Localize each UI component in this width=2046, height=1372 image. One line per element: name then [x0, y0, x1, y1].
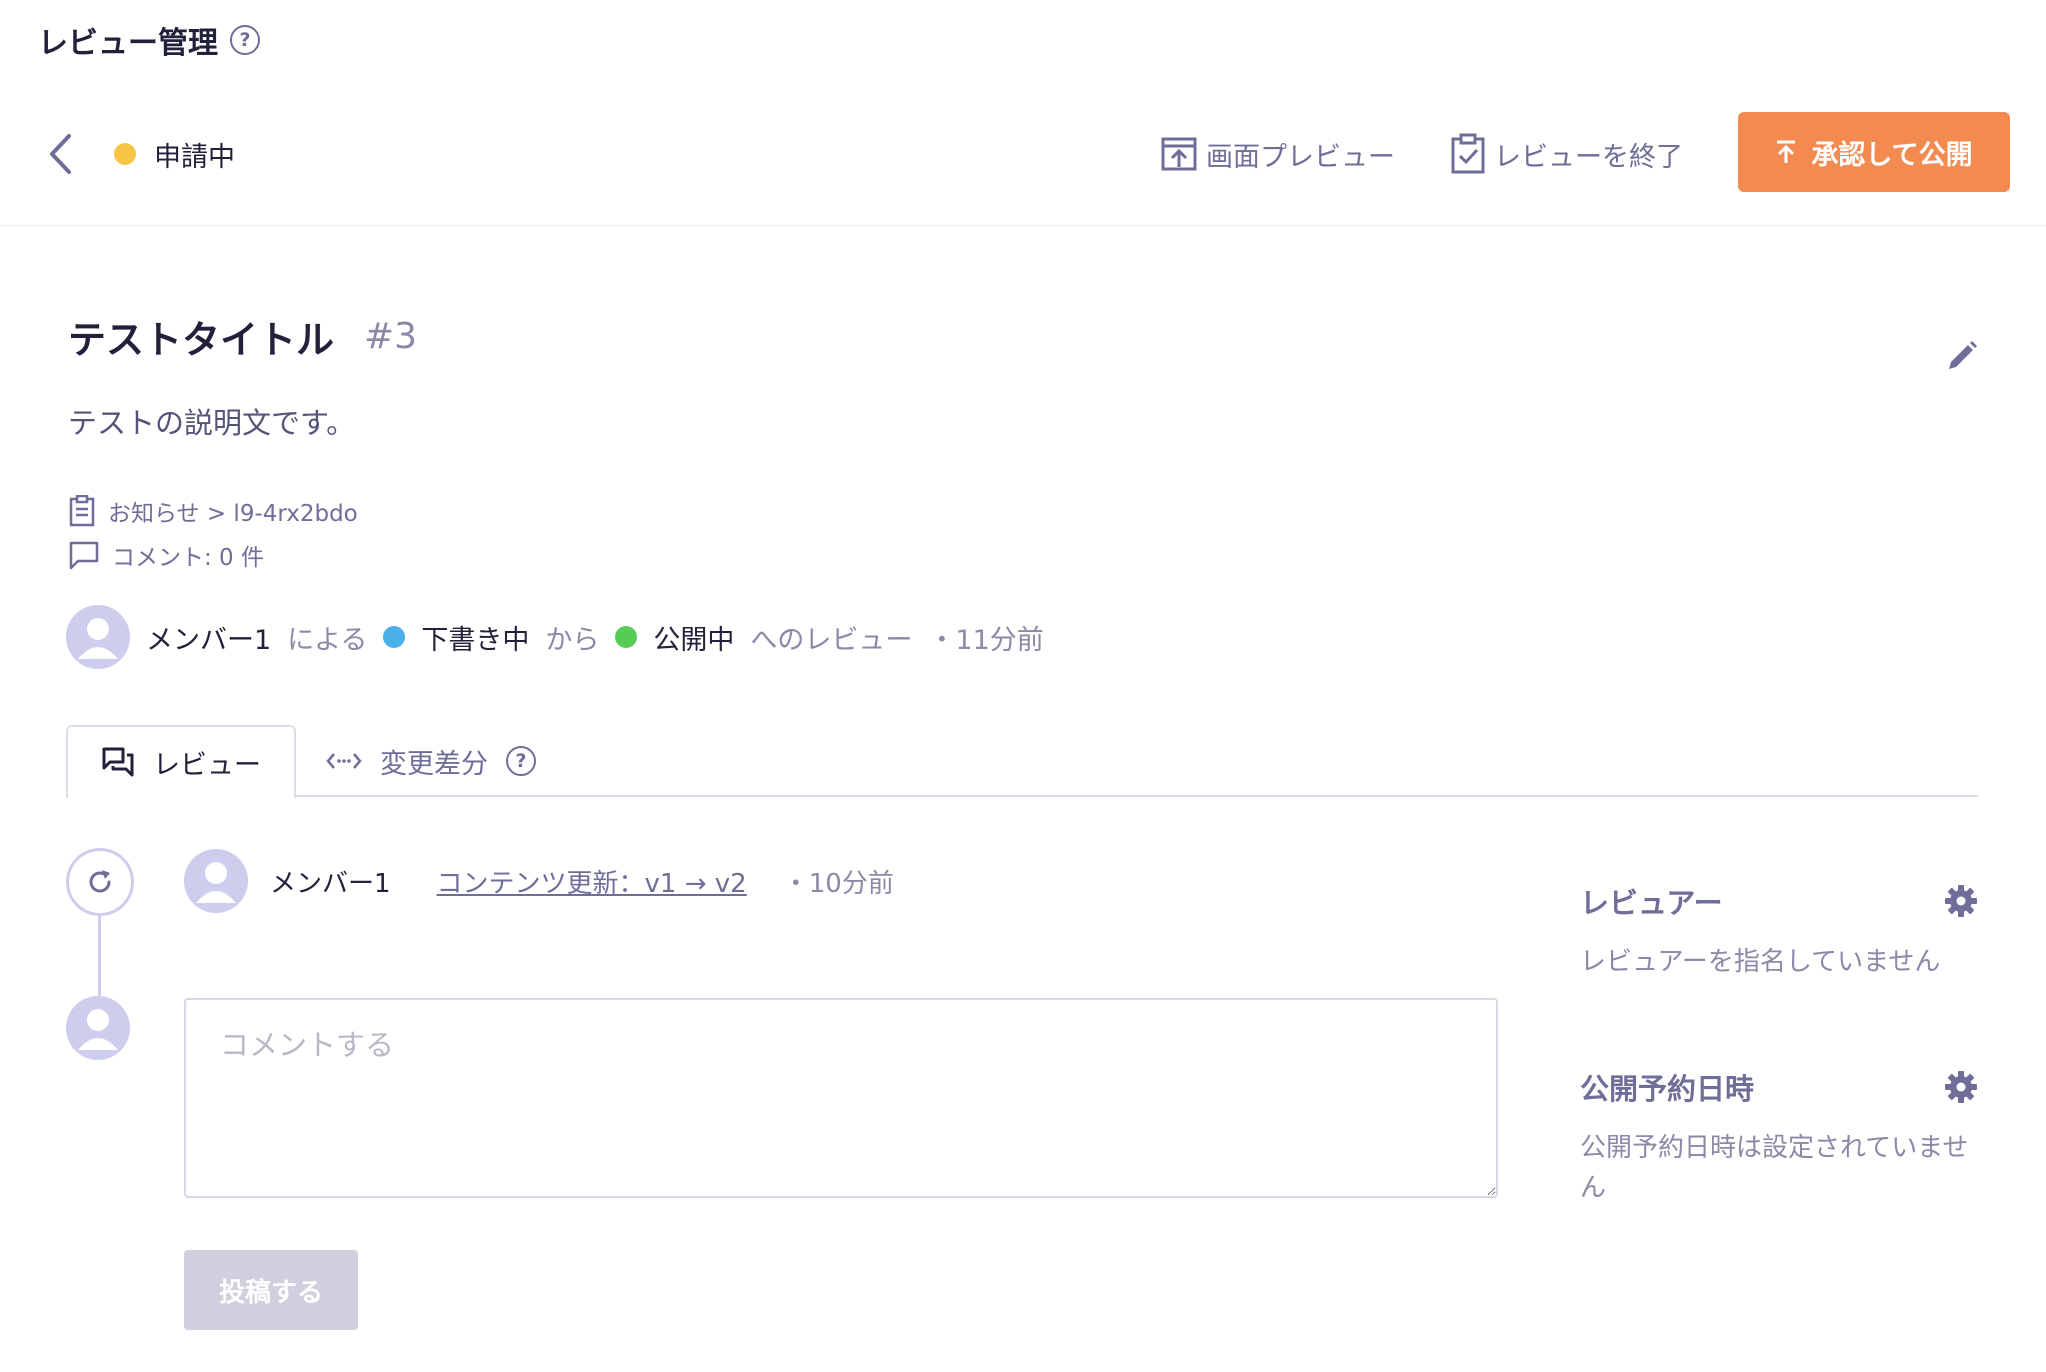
- avatar: [184, 849, 248, 913]
- content-title: テストタイトル: [68, 317, 335, 362]
- byline-time: ・11分前: [928, 624, 1044, 656]
- event-member: メンバー1: [270, 868, 391, 899]
- byline-to: へのレビュー: [750, 624, 913, 656]
- current-user-avatar: [66, 996, 130, 1060]
- byline-member: メンバー1: [146, 624, 272, 656]
- timeline-marker: [66, 848, 134, 916]
- comment-count-row: コメント: 0 件: [68, 538, 264, 572]
- reviewer-text: レビュアーを指名していません: [1580, 947, 1941, 977]
- timeline-event: メンバー1 コンテンツ更新：v1 → v2 ・10分前: [184, 848, 894, 914]
- code-diff-icon: [326, 753, 362, 769]
- page-title: レビュー管理: [38, 26, 218, 61]
- diff-help-icon[interactable]: ?: [506, 746, 536, 776]
- tab-diff[interactable]: 変更差分 ?: [326, 725, 536, 797]
- comment-input[interactable]: [184, 998, 1498, 1198]
- post-comment-button[interactable]: 投稿する: [184, 1250, 358, 1330]
- status-draft-dot: [383, 626, 406, 648]
- reviewer-title: レビュアー: [1580, 886, 1723, 920]
- finish-review-button[interactable]: レビューを終了: [1450, 126, 1683, 182]
- back-button[interactable]: [40, 130, 80, 178]
- content-heading: テストタイトル #3: [68, 310, 417, 362]
- comment-count: コメント: 0 件: [112, 545, 265, 571]
- review-status: 申請中: [114, 132, 235, 176]
- schedule-text: 公開予約日時は設定されていません: [1580, 1133, 1969, 1203]
- byline-by: による: [287, 624, 368, 656]
- status-label: 申請中: [154, 141, 235, 173]
- byline-to-status: 公開中: [653, 624, 735, 656]
- screen-preview-button[interactable]: 画面プレビュー: [1160, 126, 1395, 182]
- avatar: [66, 605, 130, 669]
- content-update-link[interactable]: コンテンツ更新：v1 → v2: [437, 863, 747, 900]
- content-path-row: お知らせ > l9-4rx2bdo: [68, 494, 358, 528]
- screen-preview-label: 画面プレビュー: [1206, 141, 1395, 173]
- reviewer-gear-icon[interactable]: [1944, 884, 1978, 918]
- page-header: レビュー管理 ?: [38, 18, 260, 62]
- review-tabs: レビュー 変更差分 ?: [66, 725, 1978, 799]
- preview-icon: [1161, 137, 1197, 171]
- review-toolbar: 申請中 画面プレビュー レビューを終了 承認して公開: [0, 96, 2046, 226]
- tab-review-label: レビュー: [153, 749, 261, 781]
- content-path[interactable]: お知らせ > l9-4rx2bdo: [108, 494, 358, 528]
- comment-icon: [69, 541, 99, 570]
- document-icon: [69, 495, 95, 527]
- user-icon: [196, 862, 236, 903]
- finish-review-label: レビューを終了: [1494, 141, 1683, 173]
- byline-from: から: [545, 624, 600, 656]
- edit-pencil-icon[interactable]: [1944, 338, 1980, 374]
- review-byline: メンバー1 による 下書き中 から 公開中 へのレビュー ・11分前: [66, 604, 1044, 670]
- status-pending-dot: [114, 143, 136, 165]
- schedule-gear-icon[interactable]: [1944, 1070, 1978, 1104]
- tab-review[interactable]: レビュー: [66, 725, 296, 799]
- content-number: #3: [364, 315, 418, 357]
- content-description: テストの説明文です。: [68, 406, 356, 440]
- approve-publish-button[interactable]: 承認して公開: [1738, 112, 2010, 192]
- status-published-dot: [615, 626, 638, 648]
- forum-icon: [102, 747, 134, 777]
- user-icon: [78, 1009, 118, 1050]
- chevron-left-icon: [50, 134, 71, 174]
- clipboard-check-icon: [1451, 133, 1485, 174]
- event-time: ・10分前: [782, 868, 894, 899]
- schedule-title: 公開予約日時: [1580, 1072, 1755, 1106]
- byline-from-status: 下書き中: [421, 624, 530, 656]
- help-icon[interactable]: ?: [230, 25, 260, 55]
- user-icon: [78, 618, 118, 659]
- upload-icon: [1777, 140, 1796, 163]
- refresh-icon: [89, 870, 111, 893]
- approve-publish-label: 承認して公開: [1811, 139, 1973, 171]
- tab-diff-label: 変更差分: [380, 748, 488, 780]
